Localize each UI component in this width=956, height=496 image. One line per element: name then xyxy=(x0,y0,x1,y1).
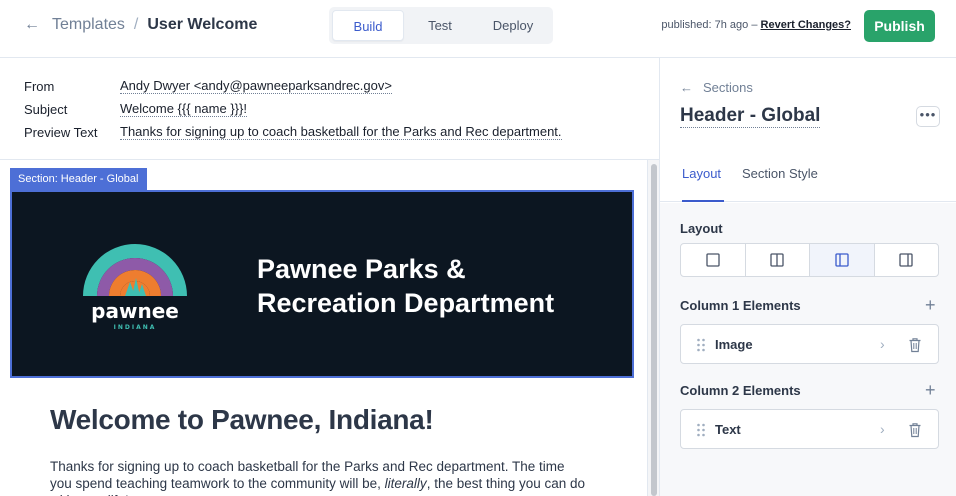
hero-title-line-1: Pawnee Parks & xyxy=(257,254,466,284)
sections-link-label: Sections xyxy=(703,80,753,95)
trash-icon[interactable] xyxy=(908,422,922,438)
welcome-heading[interactable]: Welcome to Pawnee, Indiana! xyxy=(50,404,434,436)
back-arrow-icon[interactable]: ← xyxy=(24,16,40,34)
tab-section-style[interactable]: Section Style xyxy=(742,166,818,202)
tab-test[interactable]: Test xyxy=(404,10,476,41)
published-status: published: 7h ago – Revert Changes? xyxy=(661,19,851,31)
drag-handle-icon[interactable] xyxy=(696,423,706,437)
drag-handle-icon[interactable] xyxy=(696,338,706,352)
panel-body: Layout Column 1 Elements + Image › Colum… xyxy=(660,203,956,496)
add-column-1-element-icon[interactable]: + xyxy=(925,296,936,314)
from-label: From xyxy=(24,78,55,94)
chevron-right-icon[interactable]: › xyxy=(880,336,885,352)
layout-narrow-left-column[interactable] xyxy=(810,244,875,276)
column-2-elements-label: Column 2 Elements xyxy=(680,383,801,398)
panel-tabs: Layout Section Style xyxy=(660,158,956,202)
canvas-scrollbar[interactable] xyxy=(647,160,659,496)
chevron-right-icon[interactable]: › xyxy=(880,421,885,437)
single-column-icon xyxy=(706,253,720,267)
revert-changes-link[interactable]: Revert Changes? xyxy=(761,19,851,31)
breadcrumb: ← Templates / User Welcome xyxy=(24,16,257,34)
column-1-elements-label: Column 1 Elements xyxy=(680,298,801,313)
preview-row: Preview Text Thanks for signing up to co… xyxy=(24,122,562,142)
section-title[interactable]: Header - Global xyxy=(680,105,821,128)
section-tag[interactable]: Section: Header - Global xyxy=(10,168,147,190)
pawnee-logo: pawnee INDIANA xyxy=(83,244,187,331)
element-card-text[interactable]: Text › xyxy=(680,409,939,449)
sections-back-link[interactable]: ← Sections xyxy=(680,80,753,95)
preview-text-label: Preview Text xyxy=(24,124,98,140)
element-label: Text xyxy=(715,422,741,437)
tab-deploy[interactable]: Deploy xyxy=(476,10,550,41)
canvas-scrollbar-thumb[interactable] xyxy=(651,164,657,496)
email-meta: From Andy Dwyer <andy@pawneeparksandrec.… xyxy=(0,58,659,160)
properties-panel: ← Sections Header - Global ••• Layout Se… xyxy=(659,58,956,496)
layout-single-column[interactable] xyxy=(681,244,746,276)
tab-build[interactable]: Build xyxy=(332,10,404,41)
layout-label: Layout xyxy=(680,221,723,236)
top-bar: ← Templates / User Welcome Build Test De… xyxy=(0,0,956,58)
more-options-button[interactable]: ••• xyxy=(916,106,940,127)
subject-row: Subject Welcome {{{ name }}}! xyxy=(24,99,247,119)
breadcrumb-templates-link[interactable]: Templates xyxy=(52,16,125,34)
element-card-image[interactable]: Image › xyxy=(680,324,939,364)
welcome-text-emphasis: literally xyxy=(384,476,427,491)
tab-layout[interactable]: Layout xyxy=(682,166,724,202)
header-section[interactable]: pawnee INDIANA Pawnee Parks & Recreation… xyxy=(10,190,634,378)
preview-text-field[interactable]: Thanks for signing up to coach basketbal… xyxy=(120,124,562,140)
right-sidebar-layout-icon xyxy=(899,253,913,267)
breadcrumb-current-page: User Welcome xyxy=(147,16,258,33)
left-sidebar-layout-icon xyxy=(835,253,849,267)
back-arrow-icon: ← xyxy=(680,80,693,95)
trash-icon[interactable] xyxy=(908,337,922,353)
layout-options xyxy=(680,243,939,277)
subject-label: Subject xyxy=(24,101,68,117)
published-time: published: 7h ago – xyxy=(661,19,758,31)
layout-two-equal-columns[interactable] xyxy=(746,244,810,276)
from-field[interactable]: Andy Dwyer <andy@pawneeparksandrec.gov> xyxy=(120,78,392,94)
subject-field[interactable]: Welcome {{{ name }}}! xyxy=(120,101,247,117)
breadcrumb-separator: / xyxy=(133,16,139,33)
publish-button[interactable]: Publish xyxy=(864,10,935,42)
hero-title: Pawnee Parks & Recreation Department xyxy=(257,252,617,320)
element-label: Image xyxy=(715,337,753,352)
two-column-icon xyxy=(770,253,784,267)
welcome-paragraph[interactable]: Thanks for signing up to coach basketbal… xyxy=(50,458,590,496)
mode-switcher: Build Test Deploy xyxy=(329,7,553,44)
add-column-2-element-icon[interactable]: + xyxy=(925,381,936,399)
logo-subtext: INDIANA xyxy=(114,324,157,331)
email-canvas: Section: Header - Global pawnee INDIANA … xyxy=(0,160,647,496)
from-row: From Andy Dwyer <andy@pawneeparksandrec.… xyxy=(24,76,392,96)
logo-wordmark: pawnee xyxy=(91,299,179,323)
layout-narrow-right-column[interactable] xyxy=(875,244,939,276)
hero-title-line-2: Recreation Department xyxy=(257,288,555,318)
